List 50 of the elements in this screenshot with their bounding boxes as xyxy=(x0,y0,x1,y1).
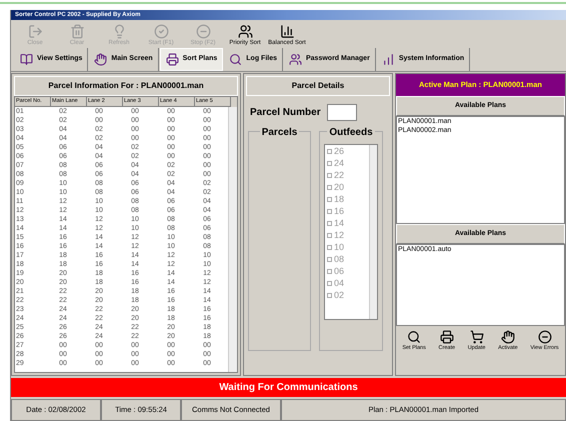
outfeed-label: 22 xyxy=(334,169,344,181)
people-icon xyxy=(238,24,252,39)
panel-header: Parcel Information For : PLAN00001.man xyxy=(14,76,238,96)
checkbox[interactable] xyxy=(327,256,332,262)
printer-icon xyxy=(166,53,179,66)
parcel-number-field[interactable] xyxy=(326,104,357,121)
cart-icon xyxy=(470,330,484,344)
outfeed-label: 24 xyxy=(334,157,344,169)
outfeed-label: 02 xyxy=(334,289,344,301)
minus-circle-icon xyxy=(538,330,552,344)
checkbox[interactable] xyxy=(327,148,332,154)
hand-icon xyxy=(500,330,515,344)
outfeed-label: 14 xyxy=(334,217,344,229)
outfeed-label: 06 xyxy=(334,265,344,277)
exit-icon xyxy=(28,24,42,39)
bars-icon xyxy=(280,24,294,39)
bar-chart-icon xyxy=(382,53,395,66)
scrollbar[interactable] xyxy=(228,107,237,372)
check-circle-icon xyxy=(154,24,168,39)
panel-header: Parcel Details xyxy=(246,76,390,96)
field-label: Parcel Number xyxy=(250,106,321,120)
outfeed-label: 26 xyxy=(334,145,344,157)
outfeed-label: 10 xyxy=(334,241,344,253)
outfeed-label: 04 xyxy=(334,277,344,289)
checkbox[interactable] xyxy=(327,172,332,178)
checkbox[interactable] xyxy=(327,160,332,166)
book-icon xyxy=(20,53,33,66)
search-icon xyxy=(229,53,242,66)
checkbox[interactable] xyxy=(327,196,332,202)
checkbox[interactable] xyxy=(327,292,332,298)
checkbox[interactable] xyxy=(327,208,332,214)
scrollbar[interactable] xyxy=(369,145,377,319)
checkbox[interactable] xyxy=(327,220,332,226)
trash-icon xyxy=(70,24,84,39)
outfeed-label: 08 xyxy=(334,253,344,265)
printer-icon xyxy=(440,330,454,344)
checkbox[interactable] xyxy=(327,184,332,190)
minus-circle-icon xyxy=(196,24,210,39)
checkbox[interactable] xyxy=(327,280,332,286)
checkbox[interactable] xyxy=(327,244,332,250)
alert-bar: Waiting For Communications xyxy=(11,378,566,397)
people-icon xyxy=(289,53,302,66)
outfeed-label: 12 xyxy=(334,229,344,241)
outfeed-label: 18 xyxy=(334,193,344,205)
hand-icon xyxy=(94,53,108,66)
checkbox[interactable] xyxy=(327,232,332,238)
checkbox[interactable] xyxy=(327,268,332,274)
search-icon xyxy=(407,330,422,344)
outfeed-label: 20 xyxy=(334,181,344,193)
outfeed-label: 16 xyxy=(334,205,344,217)
